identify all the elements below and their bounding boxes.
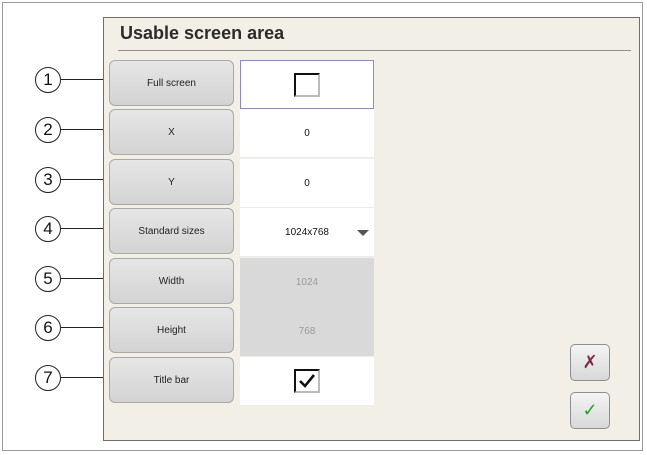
row-full-screen: Full screen (109, 60, 374, 109)
title-bar-button[interactable]: Title bar (109, 357, 234, 403)
callout-line-1 (61, 79, 109, 80)
row-height: Height 768 (109, 307, 374, 356)
row-y: Y 0 (109, 159, 374, 208)
callout-line-4 (61, 228, 109, 229)
callout-6: 6 (35, 315, 61, 341)
callout-1: 1 (35, 67, 61, 93)
row-standard-sizes: Standard sizes 1024x768 (109, 208, 374, 257)
full-screen-value-cell (240, 60, 374, 109)
row-title-bar: Title bar (109, 357, 374, 406)
standard-sizes-dropdown[interactable]: 1024x768 (240, 208, 374, 257)
callout-line-3 (61, 179, 109, 180)
callout-line-6 (61, 327, 109, 328)
callout-line-7 (61, 377, 109, 378)
usable-screen-area-dialog: Usable screen area Full screen X 0 Y 0 S… (103, 17, 640, 441)
y-value-field[interactable]: 0 (240, 159, 374, 208)
width-button[interactable]: Width (109, 258, 234, 304)
cancel-x-icon: ✗ (582, 352, 598, 372)
width-value-field: 1024 (240, 258, 374, 307)
title-bar-checkbox[interactable] (294, 369, 320, 393)
callout-2: 2 (35, 117, 61, 143)
screenshot-frame: 1 2 3 4 5 6 7 Usable screen area Full sc… (2, 2, 643, 451)
chevron-down-icon[interactable] (357, 230, 369, 236)
full-screen-button[interactable]: Full screen (109, 60, 234, 106)
callout-line-5 (61, 278, 109, 279)
callout-5: 5 (35, 266, 61, 292)
x-value-field[interactable]: 0 (240, 109, 374, 158)
title-divider (118, 50, 631, 51)
confirm-check-icon: ✓ (582, 400, 598, 420)
callout-4: 4 (35, 216, 61, 242)
confirm-button[interactable]: ✓ (570, 392, 610, 429)
x-button[interactable]: X (109, 109, 234, 155)
callout-line-2 (61, 129, 109, 130)
checkmark-icon (299, 374, 316, 388)
cancel-button[interactable]: ✗ (570, 344, 610, 381)
callout-3: 3 (35, 167, 61, 193)
row-width: Width 1024 (109, 258, 374, 307)
callout-7: 7 (35, 365, 61, 391)
height-button[interactable]: Height (109, 307, 234, 353)
title-bar-value-cell (240, 357, 374, 406)
standard-sizes-selected-value: 1024x768 (285, 226, 329, 238)
height-value-field: 768 (240, 307, 374, 356)
dialog-title: Usable screen area (120, 23, 285, 43)
row-x: X 0 (109, 109, 374, 158)
full-screen-checkbox[interactable] (294, 72, 320, 97)
standard-sizes-button[interactable]: Standard sizes (109, 208, 234, 254)
y-button[interactable]: Y (109, 159, 234, 205)
